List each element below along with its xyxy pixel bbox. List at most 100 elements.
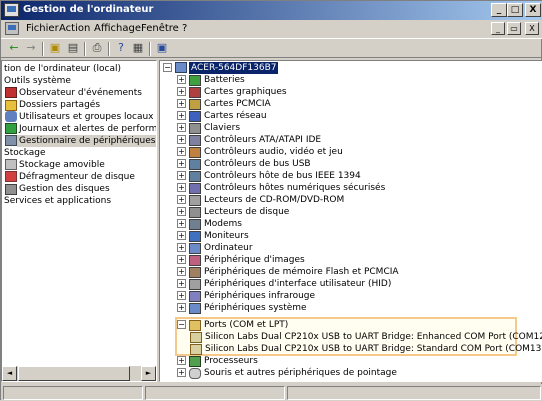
toolbar-separator xyxy=(149,42,151,56)
scroll-thumb[interactable] xyxy=(18,366,130,381)
toolbar: ← → ▣ ▤ ⎙ ? ▦ ▣ xyxy=(1,38,542,58)
category-label: Contrôleurs audio, vidéo et jeu xyxy=(204,147,343,157)
ide-icon xyxy=(189,135,201,146)
flash-icon xyxy=(189,267,201,278)
title-bar[interactable]: Gestion de l'ordinateur _ □ X xyxy=(1,1,542,20)
com-port-icon xyxy=(190,332,202,343)
mdi-restore-button[interactable]: ▭ xyxy=(507,22,521,35)
menu-fichier[interactable]: Fichier xyxy=(26,23,59,34)
show-tree-icon[interactable]: ▤ xyxy=(65,41,81,56)
help-icon[interactable]: ? xyxy=(113,41,129,56)
category-label: Cartes PCMCIA xyxy=(204,99,271,109)
port-icon xyxy=(189,320,201,331)
shared-folder-icon xyxy=(5,100,17,111)
defrag-icon xyxy=(5,171,17,182)
status-cell xyxy=(3,386,143,400)
computer-icon xyxy=(175,62,187,73)
graphics-icon xyxy=(189,87,201,98)
expand-icon[interactable]: + xyxy=(177,368,186,377)
mdi-minimize-button[interactable]: _ xyxy=(491,22,505,35)
expand-icon[interactable]: + xyxy=(177,231,186,240)
sd-host-icon xyxy=(189,183,201,194)
category-label: Contrôleurs hôte de bus IEEE 1394 xyxy=(204,171,361,181)
category-label: Périphériques de mémoire Flash et PCMCIA xyxy=(204,267,399,277)
back-icon[interactable]: ← xyxy=(6,41,22,56)
hid-icon xyxy=(189,279,201,290)
expand-icon[interactable]: + xyxy=(177,123,186,132)
category-label: Contrôleurs de bus USB xyxy=(204,159,311,169)
toolbar-separator xyxy=(108,42,110,56)
mdi-close-button[interactable]: X xyxy=(525,22,539,35)
category-label: Batteries xyxy=(204,75,245,85)
expand-icon[interactable]: + xyxy=(177,159,186,168)
menu-bar: Fichier Action Affichage Fenêtre ? _ ▭ X xyxy=(1,20,542,38)
console-tree-pane: tion de l'ordinateur (local) Outils syst… xyxy=(1,60,157,382)
close-button[interactable]: X xyxy=(525,3,541,17)
ieee1394-icon xyxy=(189,171,201,182)
category-label: Périphériques infrarouge xyxy=(204,291,316,301)
maximize-button[interactable]: □ xyxy=(507,3,523,17)
expand-icon[interactable]: + xyxy=(177,195,186,204)
expand-icon[interactable]: + xyxy=(177,267,186,276)
computer-management-window: Gestion de l'ordinateur _ □ X Fichier Ac… xyxy=(0,0,542,401)
scan-hardware-icon[interactable]: ▣ xyxy=(154,41,170,56)
app-icon xyxy=(4,3,19,17)
com-port-icon xyxy=(190,344,202,355)
forward-icon[interactable]: → xyxy=(23,41,39,56)
network-icon xyxy=(189,111,201,122)
category-label: Moniteurs xyxy=(204,231,249,241)
monitor-icon xyxy=(189,231,201,242)
battery-icon xyxy=(189,75,201,86)
expand-icon[interactable]: + xyxy=(177,356,186,365)
system-icon xyxy=(189,303,201,314)
up-folder-icon[interactable]: ▣ xyxy=(47,41,63,56)
device-manager-icon xyxy=(5,135,17,146)
mmc-icon[interactable] xyxy=(5,22,19,35)
category-label: Lecteurs de CD-ROM/DVD-ROM xyxy=(204,195,345,205)
category-label: Modems xyxy=(204,219,242,229)
mouse-icon xyxy=(189,368,201,379)
cdrom-icon xyxy=(189,195,201,206)
menu-fenetre[interactable]: Fenêtre xyxy=(141,23,179,34)
expand-icon[interactable]: + xyxy=(177,243,186,252)
menu-action[interactable]: Action xyxy=(59,23,90,34)
users-icon xyxy=(5,111,17,122)
disk-icon xyxy=(189,207,201,218)
keyboard-icon xyxy=(189,123,201,134)
toolbar-separator xyxy=(84,42,86,56)
expand-icon[interactable]: + xyxy=(177,87,186,96)
expand-icon[interactable]: + xyxy=(177,219,186,228)
processor-icon xyxy=(189,356,201,367)
minimize-button[interactable]: _ xyxy=(491,3,507,17)
category-label: Contrôleurs hôtes numériques sécurisés xyxy=(204,183,386,193)
expand-icon[interactable]: + xyxy=(177,207,186,216)
category-label: Ordinateur xyxy=(204,243,253,253)
status-cell xyxy=(287,386,541,400)
expand-icon[interactable]: + xyxy=(177,303,186,312)
expand-icon[interactable]: + xyxy=(177,183,186,192)
refresh-icon[interactable]: ▦ xyxy=(130,41,146,56)
category-label: Périphérique d'images xyxy=(204,255,305,265)
expand-icon[interactable]: + xyxy=(177,291,186,300)
print-icon[interactable]: ⎙ xyxy=(89,41,105,56)
collapse-icon[interactable]: − xyxy=(163,63,172,72)
menu-help[interactable]: ? xyxy=(182,23,187,34)
modem-icon xyxy=(189,219,201,230)
expand-icon[interactable]: + xyxy=(177,255,186,264)
menu-affichage[interactable]: Affichage xyxy=(94,23,141,34)
expand-icon[interactable]: + xyxy=(177,279,186,288)
expand-icon[interactable]: + xyxy=(177,111,186,120)
category-label: Claviers xyxy=(204,123,241,133)
expand-icon[interactable]: + xyxy=(177,99,186,108)
expand-icon[interactable]: + xyxy=(177,171,186,180)
collapse-icon[interactable]: − xyxy=(177,320,186,329)
scroll-right-arrow-icon[interactable]: ► xyxy=(141,366,156,381)
expand-icon[interactable]: + xyxy=(177,147,186,156)
usb-icon xyxy=(189,159,201,170)
expand-icon[interactable]: + xyxy=(177,135,186,144)
disk-icon xyxy=(5,184,17,195)
scroll-left-arrow-icon[interactable]: ◄ xyxy=(2,366,17,381)
expand-icon[interactable]: + xyxy=(177,75,186,84)
imaging-icon xyxy=(189,255,201,266)
left-horizontal-scrollbar[interactable]: ◄ ► xyxy=(2,366,156,381)
